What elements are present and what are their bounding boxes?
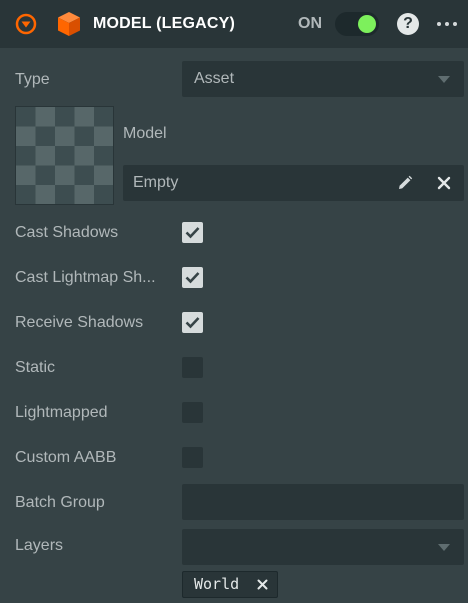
- cast-shadows-label: Cast Shadows: [15, 224, 119, 241]
- model-asset-value: Empty: [133, 174, 179, 191]
- chevron-down-icon: [438, 544, 450, 551]
- type-select[interactable]: Asset: [182, 61, 464, 97]
- enabled-toggle[interactable]: [335, 12, 379, 36]
- toggle-knob: [358, 15, 376, 33]
- model-label: Model: [123, 125, 167, 142]
- batch-group-label: Batch Group: [15, 494, 105, 511]
- custom-aabb-checkbox[interactable]: [182, 447, 203, 468]
- help-icon[interactable]: ?: [397, 13, 419, 35]
- layers-label: Layers: [15, 537, 64, 554]
- clear-icon[interactable]: [435, 174, 453, 192]
- model-asset-field[interactable]: Empty: [123, 165, 464, 201]
- lightmapped-checkbox[interactable]: [182, 402, 203, 423]
- remove-tag-icon[interactable]: [256, 578, 269, 591]
- layers-select[interactable]: [182, 529, 464, 565]
- layer-tag-label: World: [194, 575, 240, 593]
- checkmark-icon: [185, 272, 200, 284]
- chevron-down-icon: [438, 76, 450, 83]
- panel-header: MODEL (LEGACY) ON ?: [0, 0, 468, 48]
- more-options-icon[interactable]: [434, 13, 460, 35]
- model-legacy-panel: MODEL (LEGACY) ON ? Type Asset Model Emp…: [0, 0, 468, 603]
- cast-lightmap-shadows-label: Cast Lightmap Sh...: [15, 269, 156, 286]
- component-title: MODEL (LEGACY): [93, 15, 236, 32]
- type-select-value: Asset: [194, 70, 235, 87]
- layer-tag: World: [182, 571, 278, 598]
- lightmapped-label: Lightmapped: [15, 404, 108, 421]
- static-checkbox[interactable]: [182, 357, 203, 378]
- static-label: Static: [15, 359, 56, 376]
- edit-icon[interactable]: [396, 174, 414, 192]
- checkmark-icon: [185, 317, 200, 329]
- custom-aabb-label: Custom AABB: [15, 449, 117, 466]
- collapse-arrow-icon[interactable]: [15, 13, 37, 35]
- batch-group-select[interactable]: [182, 484, 464, 520]
- checkmark-icon: [185, 227, 200, 239]
- receive-shadows-label: Receive Shadows: [15, 314, 144, 331]
- cast-lightmap-shadows-checkbox[interactable]: [182, 267, 203, 288]
- receive-shadows-checkbox[interactable]: [182, 312, 203, 333]
- model-thumbnail[interactable]: [15, 106, 114, 205]
- enabled-label: ON: [298, 15, 322, 32]
- cube-icon: [57, 11, 81, 37]
- type-label: Type: [15, 71, 50, 88]
- cast-shadows-checkbox[interactable]: [182, 222, 203, 243]
